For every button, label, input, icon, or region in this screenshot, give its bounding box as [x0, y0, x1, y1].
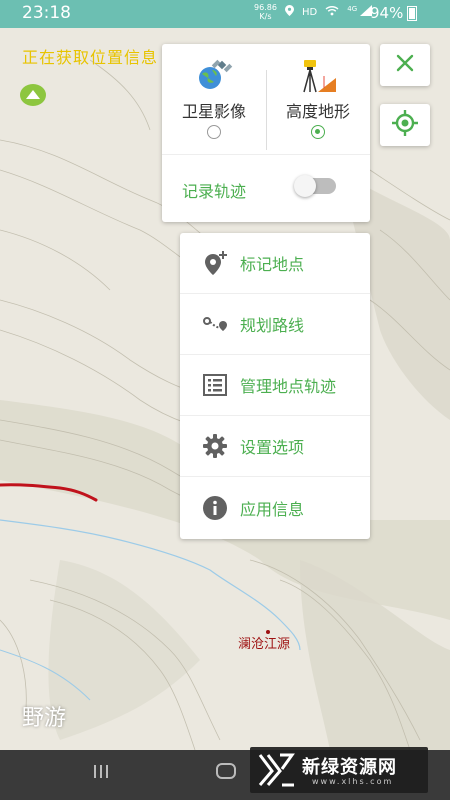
- locate-me-button[interactable]: [380, 104, 430, 146]
- watermark-logo-icon: [258, 753, 296, 791]
- layer-satellite-radio[interactable]: [207, 125, 221, 139]
- watermark-url: www.xlhs.com: [312, 777, 394, 786]
- layer-satellite-label: 卫星影像: [181, 102, 246, 121]
- menu-item-manage-places[interactable]: 管理地点轨迹: [180, 355, 370, 416]
- layer-option-satellite[interactable]: 卫星影像: [162, 58, 266, 139]
- route-icon: [202, 311, 228, 337]
- status-bar: 23:18 96.86 K/s HD 4G 94%: [0, 0, 450, 28]
- menu-item-plan-route[interactable]: 规划路线: [180, 294, 370, 355]
- add-location-icon: [202, 250, 228, 276]
- info-icon: [202, 495, 228, 521]
- map-place-label: 澜沧江源: [238, 637, 291, 652]
- satellite-icon: [162, 58, 266, 94]
- site-watermark: 新绿资源网 www.xlhs.com: [250, 747, 428, 793]
- record-track-toggle[interactable]: [294, 175, 336, 197]
- map-layer-panel: 卫星影像 高度地形 记录轨迹: [162, 44, 370, 222]
- battery-icon: [407, 6, 418, 21]
- battery-status: 94%: [370, 4, 418, 22]
- layer-terrain-radio[interactable]: [311, 125, 325, 139]
- wifi-icon: [325, 5, 339, 19]
- menu-item-label: 标记地点: [240, 255, 305, 274]
- menu-item-label: 应用信息: [240, 499, 305, 519]
- battery-percent: 94%: [370, 4, 404, 22]
- app-brand: 野游: [22, 706, 67, 731]
- watermark-title: 新绿资源网: [302, 757, 397, 778]
- recent-apps-button[interactable]: [92, 762, 110, 784]
- menu-item-settings[interactable]: 设置选项: [180, 416, 370, 477]
- gear-icon: [202, 433, 228, 459]
- main-menu: 标记地点 规划路线 管理地点轨迹 设置选项 应用信息: [180, 233, 370, 539]
- layer-option-terrain[interactable]: 高度地形: [266, 58, 370, 139]
- signal-type: 4G: [347, 5, 358, 13]
- network-speed-unit: K/s: [259, 12, 272, 21]
- layer-terrain-label: 高度地形: [285, 102, 350, 121]
- close-icon: [395, 53, 415, 77]
- menu-item-app-info[interactable]: 应用信息: [180, 477, 370, 538]
- network-speed: 96.86 K/s: [254, 3, 277, 21]
- status-icons: HD 4G: [285, 5, 373, 19]
- menu-item-mark-place[interactable]: 标记地点: [180, 233, 370, 294]
- map-poi-marker-icon[interactable]: [20, 84, 46, 106]
- record-track-label: 记录轨迹: [182, 182, 247, 201]
- menu-item-label: 管理地点轨迹: [240, 377, 337, 396]
- network-speed-value: 96.86: [254, 3, 277, 12]
- location-pin-icon: [285, 5, 294, 19]
- close-button[interactable]: [380, 44, 430, 86]
- status-time: 23:18: [22, 3, 71, 23]
- list-icon: [202, 372, 228, 398]
- toggle-knob: [294, 175, 316, 197]
- locating-status: 正在获取位置信息: [22, 48, 159, 67]
- hd-badge: HD: [302, 6, 318, 18]
- surveying-terrain-icon: [266, 58, 370, 94]
- gps-crosshair-icon: [391, 109, 419, 141]
- menu-item-label: 设置选项: [240, 438, 305, 457]
- home-button[interactable]: [215, 762, 237, 784]
- signal-icon: 4G: [347, 5, 373, 19]
- panel-divider: [162, 154, 370, 155]
- menu-item-label: 规划路线: [240, 316, 305, 335]
